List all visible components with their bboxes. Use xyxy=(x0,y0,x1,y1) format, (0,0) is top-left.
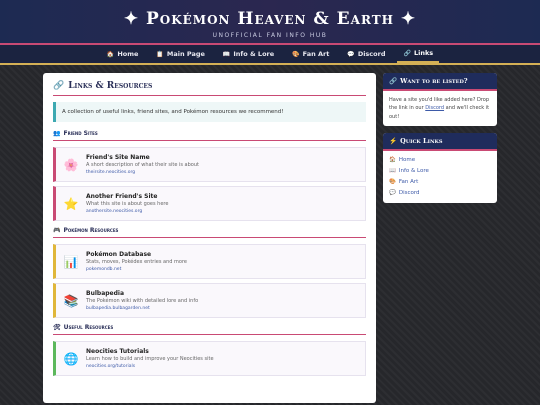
listed-text: Have a site you'd like added here? Drop … xyxy=(383,91,497,126)
chat-icon: 💬 xyxy=(389,190,396,197)
home-icon: 🏠 xyxy=(389,157,396,164)
card-desc: What this site is about goes here xyxy=(86,201,169,207)
card-name: Friend's Site Name xyxy=(86,154,150,161)
page-title: 🔗 Links & Resources xyxy=(53,81,366,96)
link-card-pokemon-database[interactable]: 📊 Pokémon Database Stats, moves, Pokédex… xyxy=(53,244,366,279)
quick-link-label: Discord xyxy=(398,190,420,197)
gamepad-icon: 🎮 xyxy=(53,227,61,234)
quick-link-discord[interactable]: 💬 Discord xyxy=(389,188,491,199)
link-card-friend-site[interactable]: 🌸 Friend's Site Name A short description… xyxy=(53,147,366,182)
books-icon: 📚 xyxy=(63,293,79,308)
link-card-neocities-tutorials[interactable]: 🌐 Neocities Tutorials Learn how to build… xyxy=(53,341,366,376)
listed-box: 🔗 Want to be listed? Have a site you'd l… xyxy=(383,73,497,126)
card-url[interactable]: pokemondb.net xyxy=(86,267,187,272)
discord-link[interactable]: Discord xyxy=(425,105,444,111)
card-url[interactable]: theirsite.neocities.org xyxy=(86,170,199,175)
card-url[interactable]: anothersite.neocities.org xyxy=(86,209,168,214)
quick-link-home[interactable]: 🏠 Home xyxy=(389,155,491,166)
globe-icon: 🌐 xyxy=(63,351,79,366)
people-icon: 👥 xyxy=(53,130,61,137)
card-desc: Stats, moves, Pokédex entries and more xyxy=(86,259,187,265)
card-name: Neocities Tutorials xyxy=(86,348,149,355)
card-url[interactable]: bulbapedia.bulbagarden.net xyxy=(86,306,198,311)
section-title: 👥 Friend Sites xyxy=(53,130,366,141)
quick-link-label: Info & Lore xyxy=(398,168,429,175)
site-header: ✦ Pokémon Heaven & Earth ✦ UNOFFICIAL FA… xyxy=(0,0,540,45)
card-name: Bulbapedia xyxy=(86,290,125,297)
card-name: Another Friend's Site xyxy=(86,193,158,200)
chat-icon: 💬 xyxy=(347,50,355,58)
clipboard-icon: 📋 xyxy=(156,50,164,58)
nav-discord[interactable]: 💬 Discord xyxy=(341,45,391,63)
section-title-text: Friend Sites xyxy=(63,130,98,137)
nav-links[interactable]: 🔗 Links xyxy=(397,45,440,63)
nav-links-label: Links xyxy=(413,49,434,57)
intro-text: A collection of useful links, friend sit… xyxy=(53,102,366,122)
nav-info-lore[interactable]: 📖 Info & Lore xyxy=(217,45,280,63)
quick-link-info-lore[interactable]: 📖 Info & Lore xyxy=(389,166,491,177)
card-desc: The Pokémon wiki with detailed lore and … xyxy=(86,298,199,304)
nav-main-page[interactable]: 📋 Main Page xyxy=(150,45,211,63)
flower-icon: 🌸 xyxy=(63,157,79,172)
box-title: Quick Links xyxy=(400,136,443,145)
nav-fan-art-label: Fan Art xyxy=(302,50,330,58)
nav-discord-label: Discord xyxy=(357,50,386,58)
link-card-another-friend-site[interactable]: ⭐ Another Friend's Site What this site i… xyxy=(53,186,366,221)
card-desc: Learn how to build and improve your Neoc… xyxy=(86,356,214,362)
quick-links-list: 🏠 Home 📖 Info & Lore 🎨 Fan Art 💬 Discord xyxy=(383,151,497,203)
star-icon: ⭐ xyxy=(63,196,79,211)
section-title-text: Pokémon Resources xyxy=(63,227,119,234)
palette-icon: 🎨 xyxy=(389,179,396,186)
link-icon: 🔗 xyxy=(403,49,411,57)
section-title: 🎮 Pokémon Resources xyxy=(53,227,366,238)
section-title: 🛠 Useful Resources xyxy=(53,324,366,335)
quick-link-fan-art[interactable]: 🎨 Fan Art xyxy=(389,177,491,188)
palette-icon: 🎨 xyxy=(292,50,300,58)
link-card-bulbapedia[interactable]: 📚 Bulbapedia The Pokémon wiki with detai… xyxy=(53,283,366,318)
nav-fan-art[interactable]: 🎨 Fan Art xyxy=(286,45,335,63)
nav-home[interactable]: 🏠 Home xyxy=(101,45,145,63)
card-name: Pokémon Database xyxy=(86,251,152,258)
friend-sites-section: 👥 Friend Sites 🌸 Friend's Site Name A sh… xyxy=(53,130,366,221)
section-title-text: Useful Resources xyxy=(63,324,114,331)
quick-link-label: Fan Art xyxy=(398,179,419,186)
book-icon: 📖 xyxy=(389,168,396,175)
main-nav: 🏠 Home 📋 Main Page 📖 Info & Lore 🎨 Fan A… xyxy=(0,45,540,65)
box-title: Want to be listed? xyxy=(400,77,468,85)
home-icon: 🏠 xyxy=(106,50,115,58)
nav-info-lore-label: Info & Lore xyxy=(233,50,275,58)
box-header: 🔗 Want to be listed? xyxy=(383,73,497,91)
site-title: ✦ Pokémon Heaven & Earth ✦ xyxy=(123,9,417,29)
card-url[interactable]: neocities.org/tutorials xyxy=(86,364,214,369)
lightning-icon: ⚡ xyxy=(389,136,398,145)
card-desc: A short description of what their site i… xyxy=(86,162,199,168)
nav-home-label: Home xyxy=(117,50,139,58)
nav-main-page-label: Main Page xyxy=(166,50,205,58)
useful-resources-section: 🛠 Useful Resources 🌐 Neocities Tutorials… xyxy=(53,324,366,376)
bar-chart-icon: 📊 xyxy=(63,254,79,269)
sidebar: 🔗 Want to be listed? Have a site you'd l… xyxy=(383,73,497,210)
link-icon: 🔗 xyxy=(389,77,398,85)
quick-links-box: ⚡ Quick Links 🏠 Home 📖 Info & Lore 🎨 Fan… xyxy=(383,132,497,203)
site-subtitle: UNOFFICIAL FAN INFO HUB xyxy=(212,32,328,39)
link-icon: 🔗 xyxy=(53,81,65,91)
main-content: 🔗 Links & Resources A collection of usef… xyxy=(43,73,376,403)
pokemon-resources-section: 🎮 Pokémon Resources 📊 Pokémon Database S… xyxy=(53,227,366,318)
quick-link-label: Home xyxy=(398,157,416,164)
page-title-text: Links & Resources xyxy=(68,81,153,91)
book-icon: 📖 xyxy=(222,50,231,58)
tools-icon: 🛠 xyxy=(53,324,61,331)
box-header: ⚡ Quick Links xyxy=(383,132,497,151)
